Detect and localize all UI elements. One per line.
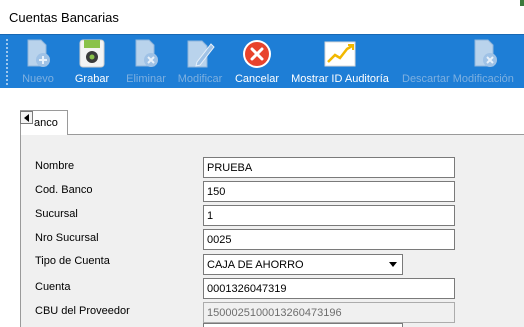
toolbar: Nuevo Grabar Eliminar Modificar Cancelar… [0,34,524,88]
tab-scroll-left-icon[interactable] [20,111,33,124]
discard-document-icon [474,39,497,67]
cbu-field: 1500025100013260473196 [203,302,455,323]
new-button[interactable]: Nuevo [20,35,56,89]
discard-changes-button[interactable]: Descartar Modificación [402,35,524,89]
window-corner-accent [520,0,524,6]
edit-button[interactable]: Modificar [176,35,224,89]
cuenta-field[interactable]: 0001326047319 [203,278,455,299]
cod-banco-field[interactable]: 150 [203,181,455,202]
audit-chart-icon [324,41,356,67]
sucursal-field[interactable]: 1 [203,205,455,226]
window-title: Cuentas Bancarias [9,10,119,25]
new-document-icon [27,39,50,67]
save-disk-icon [79,39,105,68]
cancel-icon [243,40,271,68]
tipo-cuenta-label: Tipo de Cuenta [35,255,110,267]
edit-pencil-icon [187,40,215,68]
cuenta-label: Cuenta [35,281,71,293]
tipo-cuenta-value: CAJA DE AHORRO [207,259,304,271]
nro-sucursal-field[interactable]: 0025 [203,229,455,250]
toolbar-grip[interactable] [6,39,8,85]
chevron-down-icon[interactable] [385,255,402,274]
show-audit-id-button[interactable]: Mostrar ID Auditoría [288,35,392,89]
tipo-cuenta-select[interactable]: CAJA DE AHORRO [203,254,403,275]
title-bar: Cuentas Bancarias [0,0,524,34]
delete-button[interactable]: Eliminar [126,35,166,89]
nombre-label: Nombre [35,160,75,172]
save-button[interactable]: Grabar [72,35,112,89]
cbu-label: CBU del Proveedor [35,305,130,317]
delete-document-icon [135,39,158,67]
cod-banco-label: Cod. Banco [35,184,93,196]
sucursal-label: Sucursal [35,208,78,220]
cancel-button[interactable]: Cancelar [234,35,280,89]
next-field-partial[interactable] [203,323,403,327]
tab-banco-label: anco [34,117,58,129]
nro-sucursal-label: Nro Sucursal [35,232,99,244]
nombre-field[interactable]: PRUEBA [203,157,455,178]
